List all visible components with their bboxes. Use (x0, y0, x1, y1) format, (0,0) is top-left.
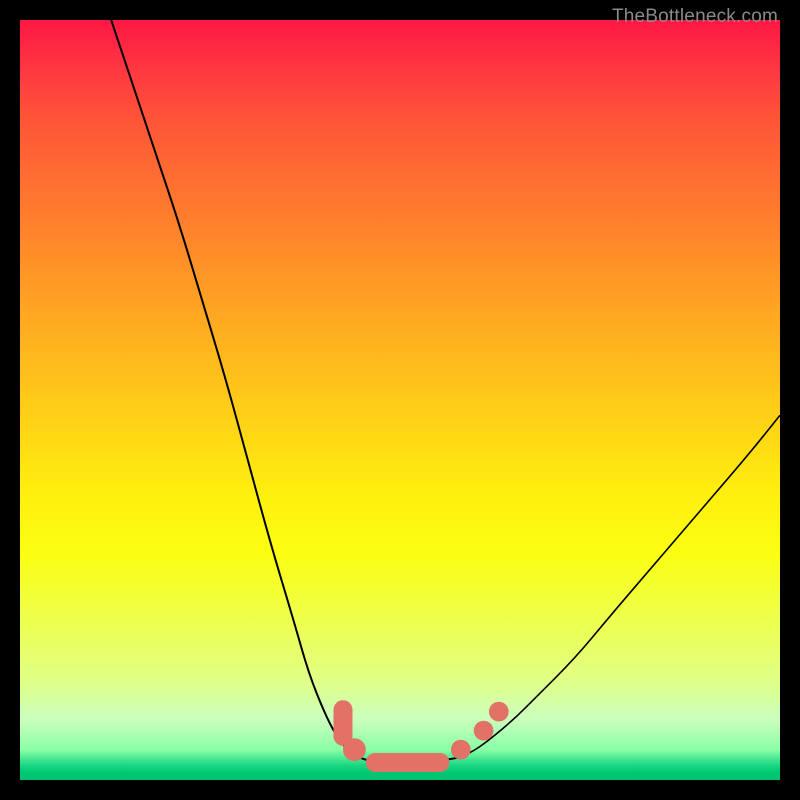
marker-dot (474, 721, 494, 741)
marker-dot (451, 740, 471, 760)
marker-dot (343, 738, 366, 761)
curve-layer (20, 20, 780, 780)
plot-area (20, 20, 780, 780)
marker-dot (489, 702, 509, 722)
curve-left-branch (111, 20, 369, 761)
marker-capsule (366, 753, 450, 772)
curve-right-branch (461, 415, 780, 757)
watermark-text: TheBottleneck.com (612, 6, 778, 28)
chart-frame: TheBottleneck.com (0, 0, 800, 800)
marker-capsule (334, 700, 353, 746)
